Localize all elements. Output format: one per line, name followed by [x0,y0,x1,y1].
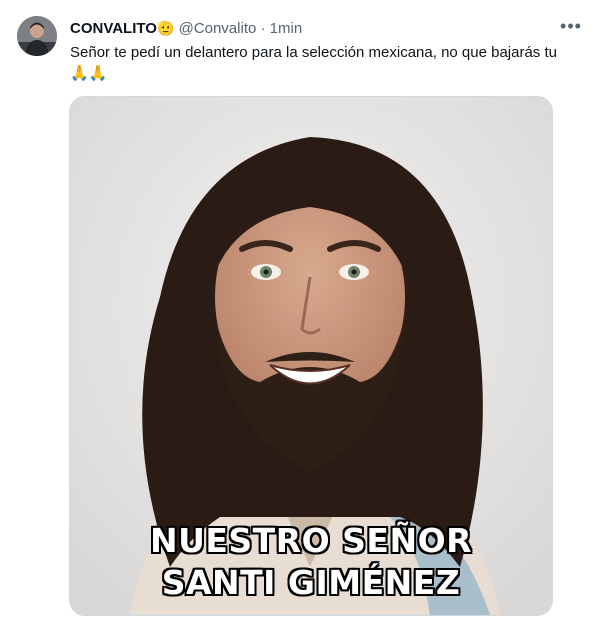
tweet-media-image[interactable]: NUESTRO SEÑOR SANTI GIMÉNEZ [69,96,553,616]
meme-caption-line-2: SANTI GIMÉNEZ [161,563,461,602]
more-horizontal-icon: ••• [560,16,582,36]
tweet-header: CONVALITO🫡 @Convalito · 1min [70,18,302,39]
user-handle[interactable]: @Convalito [179,20,257,37]
more-options-button[interactable]: ••• [557,14,585,42]
avatar-image [17,16,57,56]
separator-dot: · [260,20,266,37]
salute-emoji: 🫡 [156,20,175,36]
tweet-text: Señor te pedí un delantero para la selec… [70,42,580,84]
timestamp[interactable]: 1min [270,20,303,37]
display-name[interactable]: CONVALITO [70,20,157,37]
avatar[interactable] [17,16,57,56]
tweet-text-line: Señor te pedí un delantero para la selec… [70,44,557,61]
praying-hands-emoji: 🙏🙏 [70,65,108,82]
tweet[interactable]: CONVALITO🫡 @Convalito · 1min ••• Señor t… [0,0,599,620]
meme-caption-line-1: NUESTRO SEÑOR [149,521,473,560]
